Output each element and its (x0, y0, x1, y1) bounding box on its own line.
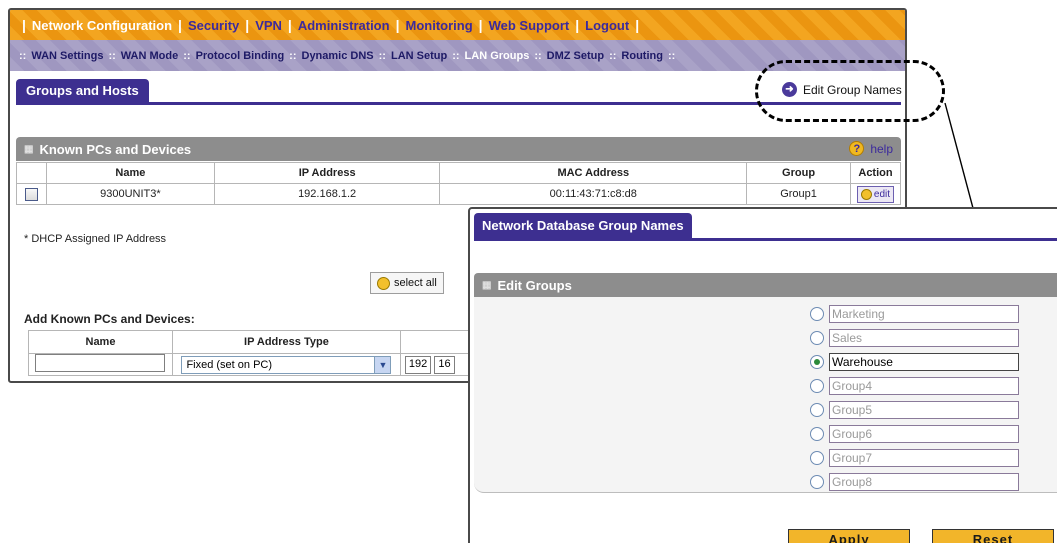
group-radio-selected[interactable] (810, 355, 824, 369)
group-row: Group8 (810, 473, 1019, 491)
group-name-input[interactable]: Sales (829, 329, 1019, 347)
grip-icon: ▦ (482, 279, 492, 291)
group-radio[interactable] (810, 475, 824, 489)
group-radio[interactable] (810, 379, 824, 393)
group-name-input[interactable]: Group4 (829, 377, 1019, 395)
group-radio[interactable] (810, 427, 824, 441)
group-row: Warehouse (810, 353, 1019, 371)
edit-groups-title: Edit Groups (497, 277, 572, 293)
group-row: Marketing (810, 305, 1019, 323)
group-names-popup: Network Database Group Names ▦ Edit Grou… (468, 207, 1057, 543)
group-name-input[interactable]: Warehouse (829, 353, 1019, 371)
group-name-input[interactable]: Group6 (829, 425, 1019, 443)
group-row: Group7 (810, 449, 1019, 467)
group-row: Group6 (810, 425, 1019, 443)
group-row: Sales (810, 329, 1019, 347)
edit-groups-header: ▦ Edit Groups (474, 273, 1057, 297)
reset-button[interactable]: Reset (932, 529, 1054, 543)
group-radio[interactable] (810, 307, 824, 321)
group-radio[interactable] (810, 451, 824, 465)
group-name-input[interactable]: Group5 (829, 401, 1019, 419)
groups-panel: Marketing Sales Warehouse Group4 Group5 … (474, 297, 1057, 493)
popup-tab-underline (474, 238, 1057, 241)
group-name-input[interactable]: Group7 (829, 449, 1019, 467)
group-row: Group5 (810, 401, 1019, 419)
group-name-input[interactable]: Marketing (829, 305, 1019, 323)
popup-tab-network-database-group-names[interactable]: Network Database Group Names (474, 213, 692, 239)
apply-button[interactable]: Apply (788, 529, 910, 543)
group-radio[interactable] (810, 403, 824, 417)
group-name-input[interactable]: Group8 (829, 473, 1019, 491)
group-row: Group4 (810, 377, 1019, 395)
group-radio[interactable] (810, 331, 824, 345)
